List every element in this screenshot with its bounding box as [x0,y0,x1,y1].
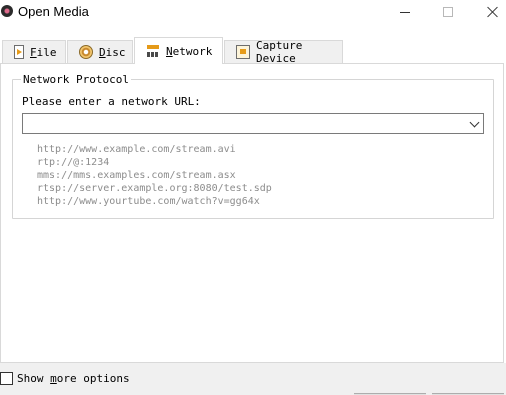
network-protocol-group: Network Protocol Please enter a network … [12,73,494,219]
dialog-footer: Show more options [0,363,506,395]
example-url: http://www.yourtube.com/watch?v=gg64x [37,196,260,207]
minimize-button[interactable] [382,0,428,24]
title-bar: Open Media [0,0,506,26]
example-url: mms://mms.examples.com/stream.asx [37,170,236,181]
tab-file[interactable]: File [2,40,66,63]
close-button[interactable] [470,0,506,24]
tab-bar: File Disc Network Capture Device [0,36,506,65]
tab-capture-device-label: Capture Device [256,39,303,65]
tab-network[interactable]: Network [134,37,223,64]
file-icon [14,45,24,59]
network-icon [146,44,160,58]
vlc-app-icon [1,5,13,17]
show-more-options-label[interactable]: Show more options [17,372,130,385]
window-title: Open Media [18,4,89,19]
tab-network-label: Network [166,44,213,58]
network-tab-panel: Network Protocol Please enter a network … [0,63,504,363]
disc-icon [79,45,93,59]
example-url: rtp://@:1234 [37,157,110,168]
tab-capture-device[interactable]: Capture Device [224,39,343,65]
network-url-combobox[interactable] [22,113,484,134]
maximize-icon [443,7,453,17]
maximize-button[interactable] [425,0,471,24]
close-icon [487,6,499,18]
tab-disc-label: Disc [99,45,126,59]
tab-file-label: File [30,45,57,59]
capture-device-icon [236,45,250,59]
chevron-down-icon[interactable] [469,117,480,128]
url-label: Please enter a network URL: [22,95,201,108]
example-url: rtsp://server.example.org:8080/test.sdp [37,183,272,194]
minimize-icon [400,11,410,13]
url-examples: http://www.example.com/stream.avi rtp://… [37,143,272,208]
group-title: Network Protocol [21,73,131,86]
show-more-options-checkbox[interactable] [0,372,13,385]
tab-disc[interactable]: Disc [67,40,133,63]
example-url: http://www.example.com/stream.avi [37,144,236,155]
